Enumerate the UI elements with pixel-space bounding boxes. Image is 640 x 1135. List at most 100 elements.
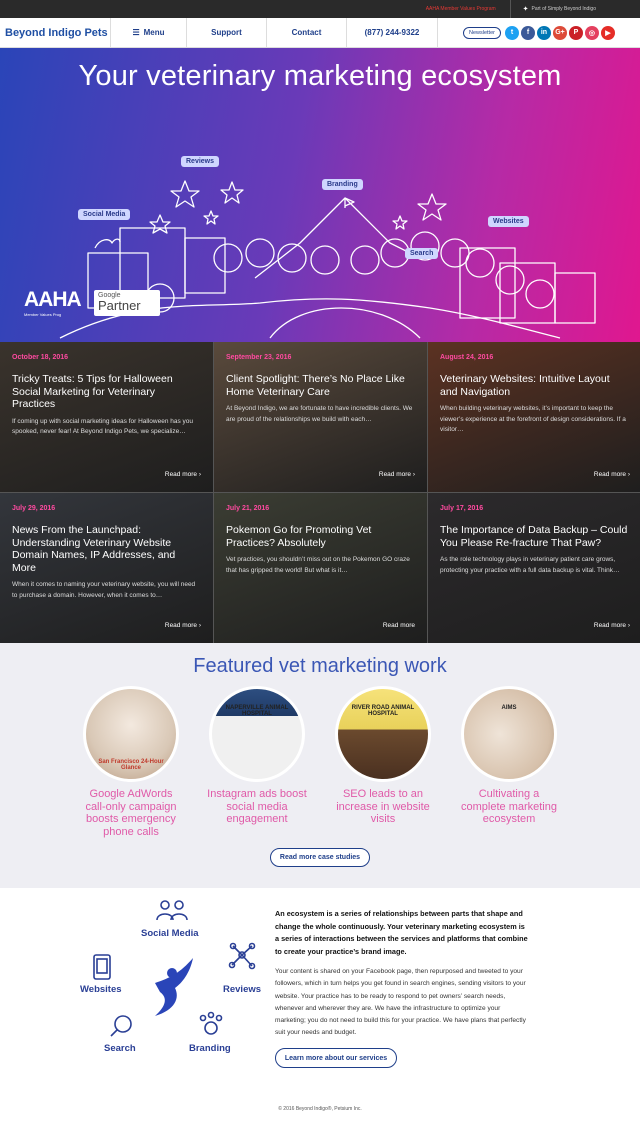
tag-social-media: Social Media: [78, 209, 131, 220]
label-reviews: Reviews: [223, 984, 262, 995]
case-study-image[interactable]: AIMS: [461, 686, 557, 782]
case-study-image-text: NAPERVILLE ANIMAL HOSPITAL: [225, 705, 289, 717]
blog-post-card[interactable]: July 29, 2016 News From the Launchpad: Un…: [0, 493, 213, 643]
reviews-icon: [228, 942, 256, 970]
aaha-wordmark: AAHA: [24, 288, 82, 311]
path-line: [269, 307, 421, 339]
read-more-link[interactable]: Read more ›: [379, 471, 415, 478]
blog-post-card[interactable]: July 21, 2016 Pokemon Go for Promoting Ve…: [214, 493, 427, 643]
featured-work-item[interactable]: RIVER ROAD ANIMAL HOSPITAL SEO leads to a…: [333, 686, 433, 838]
case-study-caption[interactable]: SEO leads to an increase in website visi…: [333, 788, 433, 826]
blog-post-card[interactable]: September 23, 2016 Client Spotlight: Ther…: [214, 342, 427, 492]
post-title[interactable]: News From the Launchpad: Understanding V…: [12, 524, 201, 574]
tag-branding: Branding: [322, 179, 363, 190]
case-study-caption[interactable]: Google AdWords call-only campaign boosts…: [81, 788, 181, 838]
logo-text: Beyond Indigo Pets: [5, 26, 108, 39]
post-title[interactable]: Tricky Treats: 5 Tips for Halloween Soci…: [12, 373, 201, 411]
featured-work-list: San Francisco 24-Hour Glance Google AdWor…: [0, 686, 640, 838]
ecosystem-body: Your content is shared on your Facebook …: [275, 968, 526, 1037]
post-excerpt: At Beyond Indigo, we are fortunate to ha…: [226, 405, 413, 423]
tag-websites: Websites: [488, 216, 529, 227]
case-study-image[interactable]: NAPERVILLE ANIMAL HOSPITAL: [209, 686, 305, 782]
aaha-logo[interactable]: AAHA Member Values Prog: [24, 288, 82, 317]
post-excerpt: Vet practices, you shouldn’t miss out on…: [226, 556, 410, 574]
case-study-caption[interactable]: Cultivating a complete marketing ecosyst…: [459, 788, 559, 826]
featured-work-item[interactable]: AIMS Cultivating a complete marketing eco…: [459, 686, 559, 838]
read-more-link[interactable]: Read more: [383, 622, 415, 629]
websites-icon: [93, 954, 111, 980]
nav-support[interactable]: Support: [186, 17, 266, 48]
featured-work-item[interactable]: NAPERVILLE ANIMAL HOSPITAL Instagram ads …: [207, 686, 307, 838]
main-nav: Beyond Indigo Pets ☰ Menu Support Contac…: [0, 17, 640, 48]
building-left-2: [119, 227, 186, 299]
post-date: July 21, 2016: [226, 505, 270, 512]
footer-copyright: © 2016 Beyond Indigo®, Petsium Inc.: [278, 1106, 362, 1112]
learn-services-button[interactable]: Learn more about our services: [275, 1048, 397, 1068]
part-of-link[interactable]: ✦ Part of Simply Beyond Indigo: [511, 5, 640, 13]
ecosystem-section: Social Media Websites Reviews Search Bra…: [0, 888, 640, 1135]
menu-button[interactable]: ☰ Menu: [110, 17, 186, 48]
ecosystem-lead: An ecosystem is a series of relationship…: [275, 909, 528, 956]
instagram-icon[interactable]: ◎: [584, 25, 599, 40]
post-title[interactable]: Pokemon Go for Promoting Vet Practices? …: [226, 524, 415, 549]
building-right-3: [554, 272, 596, 324]
label-social-media: Social Media: [141, 928, 199, 939]
site-logo[interactable]: Beyond Indigo Pets: [0, 27, 110, 39]
aaha-subtext: Member Values Prog: [24, 312, 62, 317]
aaha-program-link[interactable]: AAHA Member Values Program: [412, 0, 511, 18]
search-icon: [110, 1015, 132, 1037]
social-media-icon: [156, 900, 188, 921]
post-title[interactable]: The Importance of Data Backup – Could Yo…: [440, 524, 630, 549]
featured-work-section: Featured vet marketing work San Francisc…: [0, 643, 640, 888]
hamburger-icon: ☰: [132, 28, 140, 37]
post-date: October 18, 2016: [12, 354, 69, 361]
building-right-2: [499, 262, 556, 324]
pinterest-icon[interactable]: P: [568, 25, 583, 40]
read-more-link[interactable]: Read more ›: [594, 471, 630, 478]
featured-work-item[interactable]: San Francisco 24-Hour Glance Google AdWor…: [81, 686, 181, 838]
linkedin-icon[interactable]: in: [536, 25, 551, 40]
label-search: Search: [104, 1043, 136, 1054]
read-more-link[interactable]: Read more ›: [165, 471, 201, 478]
featured-title: Featured vet marketing work: [193, 655, 447, 677]
read-case-studies-button[interactable]: Read more case studies: [270, 848, 370, 867]
social-bar: Newsletter t f in G+ P ◎ ▶: [438, 25, 640, 40]
blog-post-card[interactable]: August 24, 2016 Veterinary Websites: Intu…: [428, 342, 640, 492]
figure-head-icon: [167, 968, 177, 978]
newsletter-button[interactable]: Newsletter: [463, 26, 501, 39]
post-title[interactable]: Veterinary Websites: Intuitive Layout an…: [440, 373, 630, 398]
read-more-link[interactable]: Read more ›: [594, 622, 630, 629]
post-excerpt: When it comes to naming your veterinary …: [12, 581, 196, 599]
blog-post-card[interactable]: October 18, 2016 Tricky Treats: 5 Tips fo…: [0, 342, 213, 492]
partner-label: Partner: [98, 298, 141, 313]
case-study-image[interactable]: San Francisco 24-Hour Glance: [83, 686, 179, 782]
nav-contact[interactable]: Contact: [266, 17, 346, 48]
case-study-image[interactable]: RIVER ROAD ANIMAL HOSPITAL: [335, 686, 431, 782]
facebook-icon[interactable]: f: [520, 25, 535, 40]
case-study-caption[interactable]: Instagram ads boost social media engagem…: [207, 788, 307, 826]
post-date: September 23, 2016: [226, 354, 292, 361]
google-plus-icon[interactable]: G+: [552, 25, 567, 40]
figure-icon: ✦: [522, 6, 529, 13]
post-title[interactable]: Client Spotlight: There’s No Place Like …: [226, 373, 415, 398]
post-date: July 29, 2016: [12, 505, 56, 512]
read-more-link[interactable]: Read more ›: [165, 622, 201, 629]
google-partner-badge[interactable]: Google Partner: [94, 290, 160, 316]
label-branding: Branding: [189, 1043, 231, 1054]
part-of-label: Part of Simply Beyond Indigo: [531, 6, 596, 12]
case-study-image-text: San Francisco 24-Hour Glance: [98, 759, 164, 771]
tag-reviews: Reviews: [181, 156, 220, 167]
top-bar: AAHA Member Values Program ✦ Part of Sim…: [0, 0, 640, 18]
blog-post-card[interactable]: July 17, 2016 The Importance of Data Back…: [428, 493, 640, 643]
nav-phone[interactable]: (877) 244-9322: [346, 17, 438, 48]
blog-grid: October 18, 2016 Tricky Treats: 5 Tips fo…: [0, 342, 640, 643]
post-date: July 17, 2016: [440, 505, 484, 512]
beyond-indigo-figure-icon: [155, 958, 193, 1016]
post-excerpt: If coming up with social marketing ideas…: [12, 417, 194, 436]
tag-search: Search: [405, 248, 439, 259]
twitter-icon[interactable]: t: [504, 25, 519, 40]
ecosystem-text: An ecosystem is a series of relationship…: [275, 908, 530, 1040]
menu-label: Menu: [143, 28, 165, 37]
youtube-icon[interactable]: ▶: [600, 25, 615, 40]
branding-icon: [199, 1011, 223, 1035]
